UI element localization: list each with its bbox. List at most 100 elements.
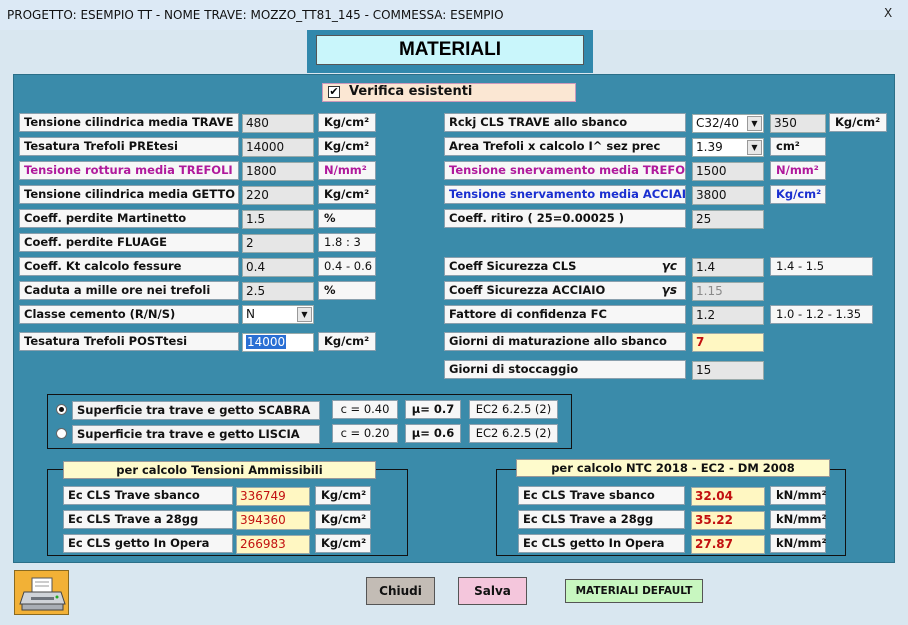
tensione-cil-getto-label: Tensione cilindrica media GETTO [19,185,239,204]
rottura-trefoli-label: Tensione rottura media TREFOLI [19,161,239,180]
area-trefoli-label: Area Trefoli x calcolo I^ sez prec [444,137,686,156]
chiudi-button[interactable]: Chiudi [366,577,435,605]
ntc-sbanco-label: Ec CLS Trave sbanco [518,486,685,505]
ntc-getto-value: 27.87 [691,535,765,554]
tesatura-pre-input[interactable]: 14000 [242,138,314,157]
tesatura-post-value: 14000 [246,335,287,349]
snerv-trefoli-input[interactable]: 1500 [692,162,764,181]
area-trefoli-value: 1.39 [696,140,723,154]
snerv-acciaio-unit: Kg/cm² [770,185,826,204]
liscia-c: c = 0.20 [332,424,398,443]
perdite-martinetto-input[interactable]: 1.5 [242,210,314,229]
snerv-acciaio-input[interactable]: 3800 [692,186,764,205]
giorni-maturazione-label: Giorni di maturazione allo sbanco [444,332,686,351]
close-icon[interactable]: X [884,6,892,20]
caduta-mille-unit: % [318,281,376,300]
tensione-cil-trave-input[interactable]: 480 [242,114,314,133]
ntc-28gg-label: Ec CLS Trave a 28gg [518,510,685,529]
tensione-cil-trave-unit: Kg/cm² [318,113,376,132]
classe-cemento-label: Classe cemento (R/N/S) [19,305,239,324]
sic-cls-label: Coeff Sicurezza CLS γc [444,257,686,276]
ntc-sbanco-unit: kN/mm² [770,486,826,505]
rottura-trefoli-unit: N/mm² [318,161,376,180]
sic-cls-input[interactable]: 1.4 [692,258,764,277]
liscia-radio[interactable] [56,428,67,439]
sic-acciaio-text: Coeff Sicurezza ACCIAIO [449,283,606,297]
tesatura-post-input[interactable]: 14000 [242,333,314,352]
perdite-fluage-input[interactable]: 2 [242,234,314,253]
perdite-martinetto-label: Coeff. perdite Martinetto [19,209,239,228]
verifica-checkbox[interactable]: ✔ [328,86,340,98]
tensione-cil-getto-unit: Kg/cm² [318,185,376,204]
kt-fessure-label: Coeff. Kt calcolo fessure [19,257,239,276]
tensione-cil-getto-input[interactable]: 220 [242,186,314,205]
rckj-unit: Kg/cm² [829,113,887,132]
printer-icon [19,577,66,611]
classe-cemento-value: N [246,307,255,321]
sic-acciaio-input[interactable]: 1.15 [692,282,764,301]
chevron-down-icon[interactable]: ▼ [747,140,762,155]
sic-acciaio-label: Coeff Sicurezza ACCIAIO γs [444,281,686,300]
ritiro-input[interactable]: 25 [692,210,764,229]
ntc-title: per calcolo NTC 2018 - EC2 - DM 2008 [516,459,830,477]
salva-button[interactable]: Salva [458,577,527,605]
liscia-mu: μ= 0.6 [405,424,461,443]
area-trefoli-unit: cm² [770,137,826,156]
confidenza-range: 1.0 - 1.2 - 1.35 [770,305,873,324]
snerv-trefoli-label: Tensione snervamento media TREFOLI [444,161,686,180]
area-trefoli-select[interactable]: 1.39 ▼ [692,138,764,157]
caduta-mille-input[interactable]: 2.5 [242,282,314,301]
liscia-label[interactable]: Superficie tra trave e getto LISCIA [72,425,320,444]
materiali-default-button[interactable]: MATERIALI DEFAULT [565,579,703,603]
giorni-maturazione-input[interactable]: 7 [692,333,764,352]
perdite-fluage-label: Coeff. perdite FLUAGE [19,233,239,252]
scabra-ref: EC2 6.2.5 (2) [469,400,558,419]
tesatura-pre-label: Tesatura Trefoli PREtesi [19,137,239,156]
scabra-label[interactable]: Superficie tra trave e getto SCABRA [72,401,320,420]
ntc-getto-label: Ec CLS getto In Opera [518,534,685,553]
rckj-class-select[interactable]: C32/40 ▼ [692,114,764,133]
chevron-down-icon[interactable]: ▼ [747,116,762,131]
verifica-label: Verifica esistenti [349,84,473,99]
rottura-trefoli-input[interactable]: 1800 [242,162,314,181]
chevron-down-icon[interactable]: ▼ [297,307,312,322]
giorni-stoccaggio-input[interactable]: 15 [692,361,764,380]
kt-fessure-input[interactable]: 0.4 [242,258,314,277]
ntc-28gg-unit: kN/mm² [770,510,826,529]
rckj-class-value: C32/40 [696,116,739,130]
scabra-mu: μ= 0.7 [405,400,461,419]
tesatura-pre-unit: Kg/cm² [318,137,376,156]
classe-cemento-select[interactable]: N ▼ [242,305,314,324]
kt-fessure-range: 0.4 - 0.6 [318,257,376,276]
perdite-fluage-range: 1.8 : 3 [318,233,376,252]
window-title: PROGETTO: ESEMPIO TT - NOME TRAVE: MOZZO… [0,0,908,30]
page-title: MATERIALI [316,35,584,65]
ammissibili-title: per calcolo Tensioni Ammissibili [63,461,376,479]
amm-getto-unit: Kg/cm² [315,534,371,553]
ntc-getto-unit: kN/mm² [770,534,826,553]
amm-sbanco-value: 336749 [236,487,310,506]
snerv-acciaio-label: Tensione snervamento media ACCIAIO [444,185,686,204]
ntc-sbanco-value: 32.04 [691,487,765,506]
amm-sbanco-label: Ec CLS Trave sbanco [63,486,233,505]
sic-cls-range: 1.4 - 1.5 [770,257,873,276]
amm-getto-label: Ec CLS getto In Opera [63,534,233,553]
amm-28gg-value: 394360 [236,511,310,530]
tesatura-post-unit: Kg/cm² [318,332,376,351]
scabra-radio[interactable] [56,404,67,415]
confidenza-input[interactable]: 1.2 [692,306,764,325]
confidenza-label: Fattore di confidenza FC [444,305,686,324]
perdite-martinetto-unit: % [318,209,376,228]
scabra-c: c = 0.40 [332,400,398,419]
caduta-mille-label: Caduta a mille ore nei trefoli [19,281,239,300]
ritiro-label: Coeff. ritiro ( 25=0.00025 ) [444,209,686,228]
amm-sbanco-unit: Kg/cm² [315,486,371,505]
rckj-input[interactable]: 350 [770,114,826,133]
amm-28gg-unit: Kg/cm² [315,510,371,529]
giorni-stoccaggio-label: Giorni di stoccaggio [444,360,686,379]
gamma-s-symbol: γs [661,283,677,297]
amm-getto-value: 266983 [236,535,310,554]
tesatura-post-label: Tesatura Trefoli POSTtesi [19,332,239,351]
amm-28gg-label: Ec CLS Trave a 28gg [63,510,233,529]
print-button[interactable] [14,570,69,615]
